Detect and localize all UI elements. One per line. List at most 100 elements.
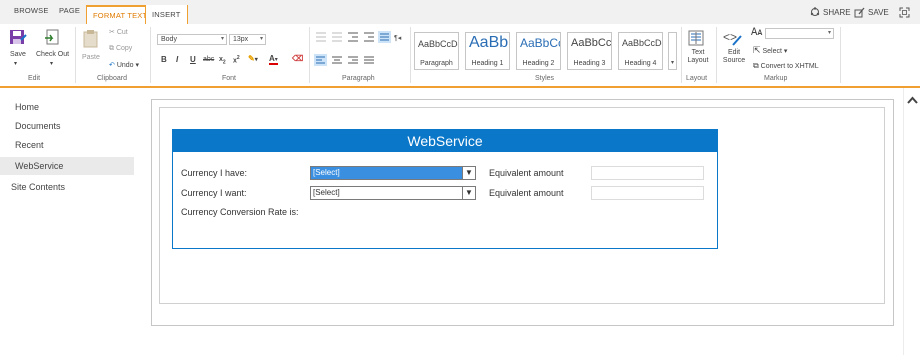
- separator: [716, 27, 717, 83]
- strikethrough-button[interactable]: abc: [203, 56, 214, 63]
- webservice-panel: WebService Currency I have: [Select] ▼ E…: [172, 129, 718, 249]
- edit-group-label: Edit: [28, 75, 41, 82]
- style-sample: AaBb: [469, 34, 509, 51]
- tab-browse[interactable]: BROWSE: [14, 6, 49, 15]
- highlight-color-button[interactable]: ✎▾: [248, 54, 258, 63]
- paste-icon: [83, 30, 98, 48]
- text-layout-label: Text Layout: [687, 49, 709, 64]
- copy-button[interactable]: ⧉ Copy: [109, 45, 132, 53]
- font-color-button[interactable]: A▾: [269, 54, 278, 65]
- chevron-down-icon: ▼: [462, 187, 475, 199]
- share-icon: [810, 7, 820, 16]
- webservice-title: WebService: [173, 130, 717, 152]
- share-button[interactable]: SHARE: [810, 7, 851, 17]
- separator: [410, 27, 411, 83]
- save-top-button[interactable]: SAVE: [854, 7, 889, 18]
- style-heading-2[interactable]: AaBbCc Heading 2: [516, 32, 561, 70]
- currency-have-select[interactable]: [Select] ▼: [310, 166, 476, 180]
- nav-documents[interactable]: Documents: [15, 121, 61, 131]
- undo-button[interactable]: ↶ Undo ▾: [109, 61, 139, 69]
- currency-want-value: [Select]: [313, 188, 340, 197]
- equivalent-amount-field[interactable]: [591, 186, 704, 200]
- bold-button[interactable]: B: [161, 55, 167, 64]
- nav-site-contents[interactable]: Site Contents: [11, 182, 65, 192]
- tab-insert[interactable]: INSERT: [145, 5, 188, 24]
- style-sample: AaBbCcDdE: [622, 38, 662, 48]
- underline-button[interactable]: U: [190, 55, 196, 64]
- style-name: Heading 2: [522, 60, 555, 67]
- check-out-label: Check Out: [36, 51, 70, 58]
- focus-content-button[interactable]: [899, 7, 910, 18]
- save-dropdown-icon[interactable]: ▾: [14, 60, 17, 67]
- check-out-dropdown-icon[interactable]: ▾: [50, 60, 53, 67]
- styles-more-button[interactable]: ▾: [668, 32, 677, 70]
- focus-icon: [899, 7, 910, 18]
- nav-recent[interactable]: Recent: [15, 140, 44, 150]
- nav-webservice[interactable]: WebService: [15, 161, 63, 171]
- text-layout-button[interactable]: [688, 30, 704, 49]
- save-label: Save: [10, 51, 26, 58]
- style-paragraph[interactable]: AaBbCcDdE Paragraph: [414, 32, 459, 70]
- cut-button[interactable]: ✂ Cut: [109, 28, 128, 36]
- subscript-button[interactable]: x2: [219, 56, 226, 65]
- ribbon: Save ▾ Check Out ▾ Edit Paste ✂ Cut ⧉ Co…: [0, 24, 920, 88]
- cut-label: Cut: [116, 29, 128, 36]
- scrollbar[interactable]: [903, 88, 920, 355]
- currency-have-value: [Select]: [313, 168, 340, 177]
- save-edit-icon: [854, 7, 865, 18]
- style-heading-4[interactable]: AaBbCcDdE Heading 4: [618, 32, 663, 70]
- layout-group-label: Layout: [686, 75, 708, 82]
- edit-source-label: Edit Source: [722, 49, 746, 64]
- chevron-down-icon: ▾: [827, 30, 831, 36]
- scroll-up-icon[interactable]: [907, 96, 918, 104]
- undo-icon: ↶: [109, 62, 115, 69]
- svg-text:¶◂: ¶◂: [394, 35, 402, 42]
- italic-button[interactable]: I: [176, 55, 178, 64]
- separator: [840, 27, 841, 83]
- convert-xhtml-button[interactable]: ⧉ Convert to XHTML: [753, 61, 819, 71]
- clipboard-group-label: Clipboard: [97, 75, 127, 82]
- convert-icon: ⧉: [753, 61, 759, 70]
- currency-want-select[interactable]: [Select] ▼: [310, 186, 476, 200]
- save-top-label: SAVE: [868, 8, 889, 17]
- convert-label: Convert to XHTML: [760, 63, 819, 70]
- conversion-rate-label: Currency Conversion Rate is:: [181, 207, 299, 217]
- list-indent-toolbar[interactable]: ¶◂: [314, 31, 409, 43]
- style-name: Heading 4: [624, 60, 657, 67]
- ribbon-tab-bar: BROWSE PAGE FORMAT TEXT INSERT SHARE SAV…: [0, 0, 920, 25]
- check-out-button[interactable]: [44, 29, 62, 50]
- clear-format-icon[interactable]: ⌫: [292, 54, 303, 63]
- currency-want-label: Currency I want:: [181, 188, 247, 198]
- alignment-toolbar[interactable]: [314, 54, 380, 66]
- separator: [150, 27, 151, 83]
- language-icon[interactable]: 🗛: [751, 27, 762, 38]
- equivalent-amount-label: Equivalent amount: [489, 188, 564, 198]
- separator: [309, 27, 310, 83]
- font-size-select[interactable]: 13px ▾: [229, 34, 266, 45]
- paste-button[interactable]: [82, 29, 100, 52]
- style-name: Heading 1: [471, 60, 504, 67]
- chevron-down-icon: ▾: [259, 36, 263, 42]
- separator: [75, 27, 76, 83]
- select-button[interactable]: ⇱ Select ▾: [753, 45, 787, 56]
- style-name: Heading 3: [573, 60, 606, 67]
- style-sample: AaBbCcDdE: [418, 39, 458, 49]
- style-heading-1[interactable]: AaBb Heading 1: [465, 32, 510, 70]
- save-button[interactable]: [9, 29, 27, 50]
- markup-style-select[interactable]: ▾: [765, 28, 834, 39]
- equivalent-amount-label: Equivalent amount: [489, 168, 564, 178]
- nav-home[interactable]: Home: [15, 102, 39, 112]
- undo-label: Undo: [116, 62, 134, 69]
- check-out-icon: [45, 29, 59, 45]
- equivalent-amount-field[interactable]: [591, 166, 704, 180]
- tab-page[interactable]: PAGE: [59, 6, 80, 15]
- superscript-button[interactable]: x2: [233, 55, 240, 64]
- font-family-select[interactable]: Body ▾: [157, 34, 227, 45]
- select-label: Select: [762, 48, 782, 55]
- style-name: Paragraph: [420, 60, 453, 67]
- copy-label: Copy: [115, 45, 133, 52]
- style-heading-3[interactable]: AaBbCcDd Heading 3: [567, 32, 612, 70]
- edit-source-button[interactable]: <>: [723, 29, 743, 50]
- text-layout-icon: [688, 30, 704, 46]
- markup-group-label: Markup: [764, 75, 788, 82]
